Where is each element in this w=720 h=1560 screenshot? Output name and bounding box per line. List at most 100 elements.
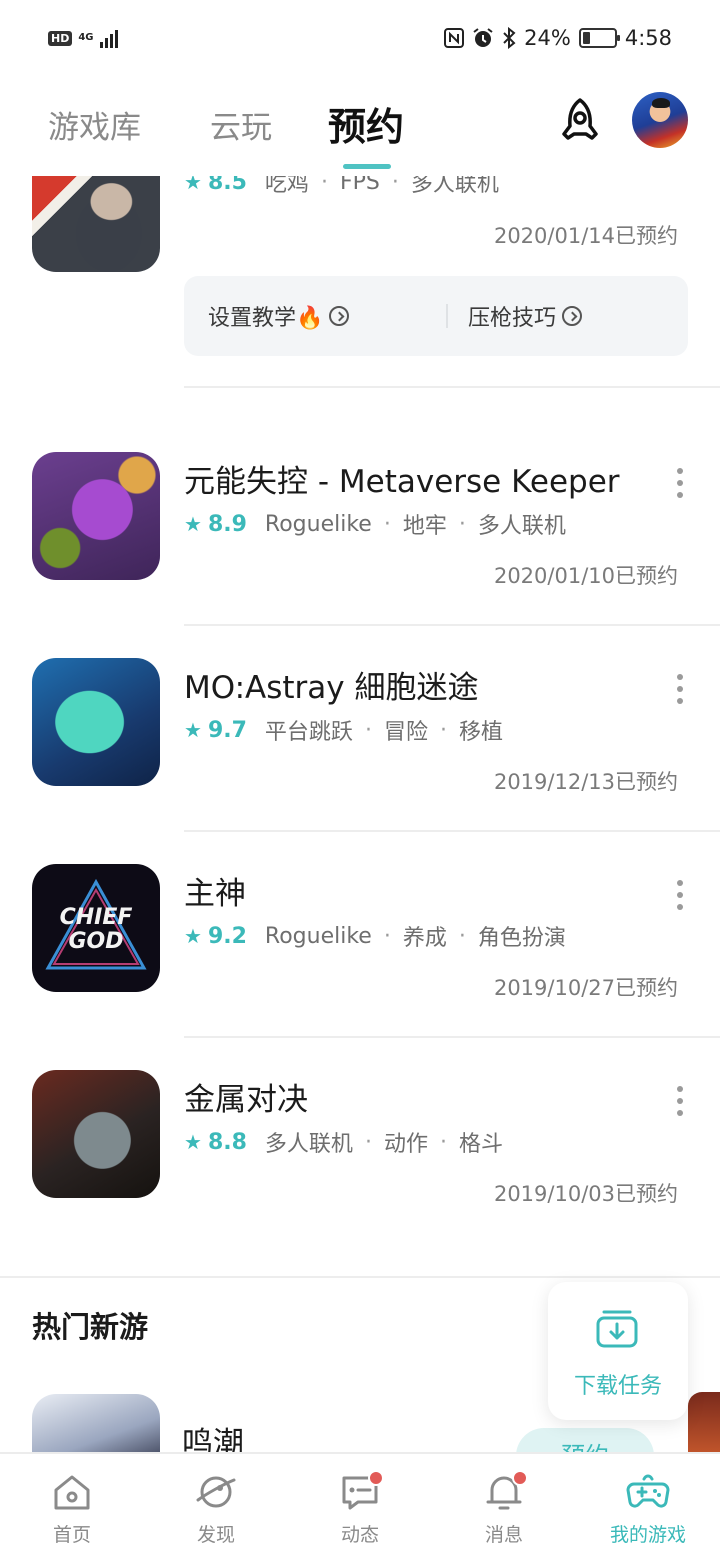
game-tag: Roguelike — [264, 923, 372, 949]
game-score: 8.8 — [207, 1129, 247, 1155]
bottom-nav: 首页 发现 动态 消息 我的游戏 — [0, 1452, 720, 1560]
nav-feed[interactable]: 动态 — [310, 1470, 410, 1547]
bluetooth-icon — [503, 27, 516, 49]
rocket-icon[interactable] — [552, 94, 608, 150]
game-tag: 角色扮演 — [477, 926, 566, 951]
game-tag: 地牢 — [402, 514, 447, 539]
game-icon[interactable] — [32, 658, 160, 786]
game-tag: 多人联机 — [264, 1132, 353, 1157]
game-icon[interactable] — [32, 1070, 160, 1198]
status-right: 24% 4:58 — [444, 26, 672, 50]
status-bar: HD 4G 24% 4:58 — [0, 0, 720, 80]
hot-game-icon-next[interactable] — [688, 1392, 720, 1456]
hd-badge: HD — [48, 30, 73, 46]
notification-badge — [512, 1470, 528, 1486]
more-options-icon[interactable] — [674, 468, 686, 498]
top-tabs: 游戏库 云玩 预约 — [0, 80, 720, 176]
nav-label: 我的游戏 — [609, 1524, 686, 1546]
nav-label: 首页 — [52, 1524, 91, 1546]
notification-badge — [368, 1470, 384, 1486]
game-item-chief-god[interactable]: CHIEF GOD 主神 ★ 9.2 Roguelike · 养成 · 角色扮演 2… — [0, 864, 720, 1070]
nfc-icon — [444, 28, 465, 48]
battery-percent: 24% — [524, 26, 571, 50]
star-icon: ★ — [184, 1130, 202, 1154]
nav-home[interactable]: 首页 — [22, 1470, 122, 1547]
nav-my-games[interactable]: 我的游戏 — [598, 1470, 698, 1547]
game-tag: 多人联机 — [477, 514, 566, 539]
tab-game-library[interactable]: 游戏库 — [48, 102, 141, 147]
hot-section-title: 热门新游 — [32, 1310, 149, 1344]
game-title: 元能失控 - Metaverse Keeper — [184, 464, 620, 500]
circle-arrow-icon — [329, 306, 350, 326]
game-meta: ★ 9.2 Roguelike · 养成 · 角色扮演 — [184, 920, 566, 952]
alarm-icon — [473, 28, 493, 47]
more-options-icon[interactable] — [674, 880, 686, 910]
battery-icon — [578, 28, 620, 48]
star-icon: ★ — [184, 512, 202, 536]
clock: 4:58 — [624, 26, 672, 50]
home-icon — [54, 1475, 90, 1510]
more-options-icon[interactable] — [674, 674, 686, 704]
game-meta: ★ 9.7 平台跳跃 · 冒险 · 移植 — [184, 714, 503, 746]
download-task-label: 下载任务 — [573, 1374, 662, 1399]
svg-text:GOD: GOD — [68, 929, 123, 954]
gamepad-icon — [626, 1474, 670, 1508]
game-item-mo-astray[interactable]: MO:Astray 細胞迷途 ★ 9.7 平台跳跃 · 冒险 · 移植 2019/1… — [0, 658, 720, 864]
network-type: 4G — [78, 32, 94, 43]
tip-divider — [446, 304, 448, 328]
nav-label: 动态 — [340, 1524, 379, 1546]
game-meta: ★ 8.8 多人联机 · 动作 · 格斗 — [184, 1126, 503, 1158]
game-tag: Roguelike — [264, 511, 372, 537]
game-title: MO:Astray 細胞迷途 — [184, 670, 479, 706]
game-item-metal-duel[interactable]: 金属对决 ★ 8.8 多人联机 · 动作 · 格斗 2019/10/03已预约 — [0, 1070, 720, 1276]
game-item-metaverse-keeper[interactable]: 元能失控 - Metaverse Keeper ★ 8.9 Roguelike ·… — [0, 452, 720, 658]
tab-reservations[interactable]: 预约 — [328, 96, 404, 151]
game-tag: 养成 — [402, 926, 447, 951]
tip-settings-tutorial[interactable]: 设置教学🔥 — [208, 300, 350, 332]
feed-icon — [338, 1470, 384, 1514]
game-tag: 格斗 — [458, 1132, 503, 1157]
divider — [184, 624, 720, 626]
star-icon: ★ — [184, 718, 202, 742]
reservation-date: 2019/10/03已预约 — [493, 1182, 678, 1206]
divider — [184, 830, 720, 832]
reservation-date: 2019/10/27已预约 — [493, 976, 678, 1000]
signal-icon — [99, 28, 118, 48]
battery-fill — [582, 32, 590, 44]
nav-messages[interactable]: 消息 — [454, 1470, 554, 1547]
game-tag: 动作 — [383, 1132, 428, 1157]
reservation-date: 2019/12/13已预约 — [493, 770, 678, 794]
svg-text:CHIEF: CHIEF — [60, 905, 133, 930]
game-icon[interactable]: CHIEF GOD — [32, 864, 160, 992]
tip-recoil-control[interactable]: 压枪技巧 — [468, 300, 583, 332]
game-meta: ★ 8.9 Roguelike · 地牢 · 多人联机 — [184, 508, 566, 540]
nav-label: 发现 — [196, 1524, 235, 1546]
reservation-date: 2020/01/10已预约 — [493, 564, 678, 588]
bell-icon — [482, 1470, 528, 1514]
game-title: 金属对决 — [184, 1082, 308, 1118]
divider — [184, 386, 720, 388]
game-score: 9.7 — [207, 717, 247, 743]
game-tag: 冒险 — [383, 720, 428, 745]
more-options-icon[interactable] — [674, 1086, 686, 1116]
nav-discover[interactable]: 发现 — [166, 1470, 266, 1547]
circle-arrow-icon — [562, 306, 583, 326]
game-title: 主神 — [184, 876, 246, 912]
game-score: 8.9 — [207, 511, 247, 537]
tips-card: 设置教学🔥 压枪技巧 — [184, 276, 688, 356]
tip-label: 设置教学🔥 — [208, 306, 324, 331]
chief-god-logo: CHIEF GOD — [45, 878, 147, 970]
game-item-apex[interactable]: ★ 8.5 吃鸡 · FPS · 多人联机 2020/01/14已预约 设置教学🔥 … — [0, 144, 720, 420]
download-task-button[interactable]: 下载任务 — [548, 1282, 688, 1420]
discover-icon — [196, 1476, 236, 1508]
tip-label: 压枪技巧 — [468, 306, 557, 331]
user-avatar[interactable] — [632, 92, 688, 148]
tab-indicator — [343, 164, 391, 169]
nav-label: 消息 — [484, 1524, 523, 1546]
tab-cloud-play[interactable]: 云玩 — [210, 102, 272, 147]
status-left: HD 4G — [48, 28, 118, 48]
game-score: 9.2 — [207, 923, 247, 949]
game-icon[interactable] — [32, 452, 160, 580]
download-tray-icon — [596, 1310, 638, 1348]
game-tag: 移植 — [458, 720, 503, 745]
